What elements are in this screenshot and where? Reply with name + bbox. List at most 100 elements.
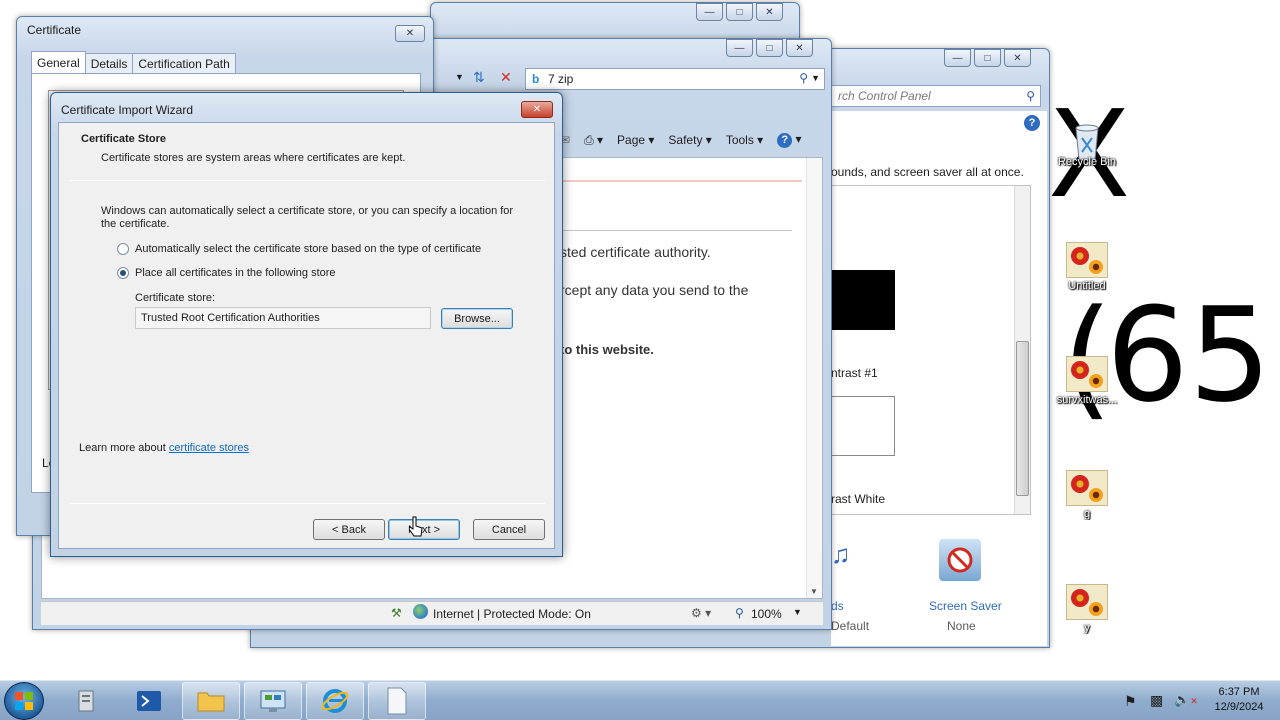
- next-button[interactable]: Next >: [388, 519, 460, 540]
- learn-more-prefix: Learn more about: [79, 442, 169, 454]
- powershell-icon: [137, 691, 161, 711]
- notification-area: ⚑ ▩ 🔈✕ 6:37 PM 12/9/2024: [1112, 681, 1280, 720]
- taskbar-certificate[interactable]: [368, 682, 426, 720]
- sounds-link[interactable]: ds: [831, 599, 844, 613]
- image-file-icon: [1066, 470, 1108, 506]
- search-input[interactable]: rch Control Panel ⚲: [831, 85, 1041, 107]
- wizard-body: Certificate Store Certificate stores are…: [58, 122, 555, 549]
- command-bar: ✉ ⎙ ▾ Page ▾ Safety ▾ Tools ▾ ? ▾: [560, 127, 802, 153]
- desktop-icon-label: g: [1083, 508, 1091, 520]
- tab-strip: General Details Certification Path: [31, 51, 236, 74]
- control-panel-content: ? ounds, and screen saver all at once. n…: [831, 111, 1047, 646]
- screen-saver-icon[interactable]: [939, 539, 981, 581]
- zoom-level[interactable]: 100%: [751, 607, 782, 621]
- windows-logo-icon: [15, 692, 33, 710]
- desktop-icon-survxitwas[interactable]: survxitwas...: [1054, 356, 1120, 406]
- zoom-dropdown-icon[interactable]: ▼: [793, 607, 802, 617]
- footer-separator: [70, 503, 545, 504]
- cancel-button[interactable]: Cancel: [473, 519, 545, 540]
- desktop-icon-label: y: [1084, 622, 1090, 634]
- search-input-value: 7 zip: [548, 72, 574, 86]
- image-file-icon: [1066, 584, 1108, 620]
- network-icon[interactable]: ▩: [1150, 692, 1163, 709]
- screen-saver-link[interactable]: Screen Saver: [929, 599, 1002, 613]
- close-button[interactable]: ✕: [395, 25, 425, 42]
- action-center-icon[interactable]: ⚑: [1124, 693, 1137, 710]
- theme-thumbnail-white[interactable]: [831, 396, 895, 456]
- taskbar-control-panel[interactable]: [244, 682, 302, 720]
- zone-text[interactable]: Internet | Protected Mode: On: [433, 607, 591, 621]
- theme-thumbnail-dark[interactable]: [831, 270, 895, 330]
- scroll-down-icon[interactable]: ▼: [810, 587, 818, 596]
- maximize-button[interactable]: □: [756, 39, 783, 57]
- certificate-import-wizard[interactable]: Certificate Import Wizard ✕ Certificate …: [50, 92, 563, 557]
- print-button[interactable]: ⎙ ▾: [584, 133, 603, 148]
- tab-details[interactable]: Details: [84, 53, 134, 74]
- tools-menu[interactable]: Tools ▾: [726, 133, 763, 147]
- clock-date: 12/9/2024: [1214, 701, 1264, 713]
- globe-icon: [413, 604, 428, 619]
- radio-label: Automatically select the certificate sto…: [135, 243, 482, 255]
- desktop-icon-label: Untitled: [1068, 280, 1106, 292]
- auto-select-store-radio[interactable]: Automatically select the certificate sto…: [117, 243, 481, 255]
- document-icon: [387, 687, 407, 715]
- radio-button-selected[interactable]: [117, 267, 129, 279]
- page-text: rcept any data you send to the: [560, 282, 749, 298]
- taskbar-server-manager[interactable]: [58, 682, 116, 720]
- theme-list[interactable]: ntrast #1 rast White: [831, 185, 1031, 515]
- background-window[interactable]: — □ ✕: [430, 2, 800, 42]
- header-separator: [70, 180, 545, 181]
- close-button[interactable]: ✕: [786, 39, 813, 57]
- stop-icon[interactable]: ✕: [500, 69, 512, 86]
- certificate-stores-link[interactable]: certificate stores: [169, 442, 249, 454]
- clock[interactable]: 6:37 PM 12/9/2024: [1204, 685, 1274, 715]
- theme-description: ounds, and screen saver all at once.: [831, 165, 1024, 179]
- taskbar-explorer[interactable]: [182, 682, 240, 720]
- place-in-store-radio[interactable]: Place all certificates in the following …: [117, 267, 336, 279]
- scrollbar-thumb[interactable]: [1016, 341, 1029, 496]
- server-manager-icon: [78, 690, 94, 712]
- volume-muted-icon[interactable]: 🔈✕: [1174, 692, 1198, 708]
- close-button[interactable]: ✕: [521, 101, 553, 118]
- sounds-value: Default: [831, 619, 870, 633]
- close-button[interactable]: ✕: [756, 3, 783, 21]
- page-menu[interactable]: Page ▾: [617, 133, 654, 147]
- refresh-icon[interactable]: ⇅: [473, 69, 485, 86]
- vertical-scrollbar[interactable]: ▼: [806, 158, 822, 598]
- safety-menu[interactable]: Safety ▾: [668, 133, 711, 147]
- zoom-icon[interactable]: ⚲: [735, 606, 744, 620]
- minimize-button[interactable]: —: [944, 49, 971, 67]
- radio-button[interactable]: [117, 243, 129, 255]
- address-dropdown-icon[interactable]: ▼: [455, 72, 464, 82]
- security-icon: ⚒: [391, 606, 402, 620]
- add-on-icon[interactable]: ⚙ ▾: [691, 606, 711, 620]
- desktop-icon-recycle-bin[interactable]: Recycle Bin: [1054, 118, 1120, 168]
- search-icon[interactable]: ⚲: [799, 71, 808, 85]
- tab-general[interactable]: General: [31, 51, 86, 74]
- maximize-button[interactable]: □: [974, 49, 1001, 67]
- tab-certification-path[interactable]: Certification Path: [132, 53, 236, 74]
- help-menu[interactable]: ? ▾: [777, 132, 802, 148]
- minimize-button[interactable]: —: [726, 39, 753, 57]
- section-divider: [560, 230, 792, 231]
- help-icon[interactable]: ?: [1024, 115, 1040, 131]
- taskbar-powershell[interactable]: [120, 682, 178, 720]
- theme-label: rast White: [831, 492, 886, 506]
- desktop-icon-g[interactable]: g: [1054, 470, 1120, 520]
- close-button[interactable]: ✕: [1004, 49, 1031, 67]
- maximize-button[interactable]: □: [726, 3, 753, 21]
- minimize-button[interactable]: —: [696, 3, 723, 21]
- search-input[interactable]: b 7 zip ⚲ ▼: [525, 68, 825, 90]
- start-button[interactable]: [4, 682, 44, 720]
- scrollbar[interactable]: [1014, 186, 1030, 514]
- browse-button[interactable]: Browse...: [441, 308, 513, 329]
- desktop-icon-untitled[interactable]: Untitled: [1054, 242, 1120, 292]
- certificate-store-label: Certificate store:: [135, 292, 216, 304]
- desktop-icon-y[interactable]: y: [1054, 584, 1120, 634]
- taskbar-internet-explorer[interactable]: [306, 682, 364, 720]
- image-file-icon: [1066, 356, 1108, 392]
- certificate-store-field[interactable]: Trusted Root Certification Authorities: [135, 307, 431, 329]
- chevron-down-icon[interactable]: ▼: [811, 73, 820, 83]
- back-button[interactable]: < Back: [313, 519, 385, 540]
- sounds-icon[interactable]: ♫: [831, 539, 851, 579]
